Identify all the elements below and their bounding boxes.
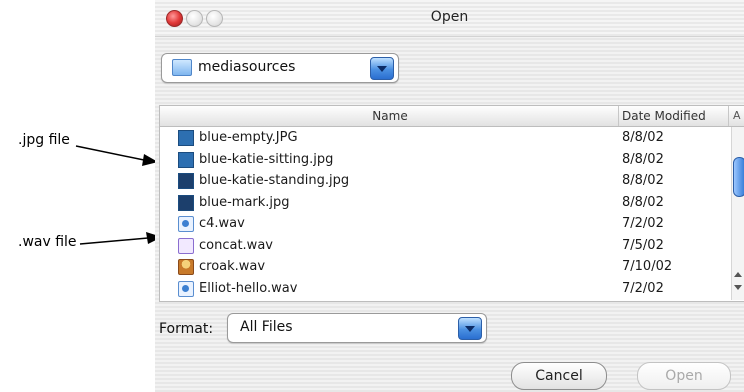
wav-file-icon <box>178 259 194 275</box>
file-date: 8/8/02 <box>622 173 664 188</box>
list-item[interactable]: concat.wav 7/5/02 <box>160 235 728 257</box>
title-bar[interactable]: Open <box>155 0 744 37</box>
file-date: 7/2/02 <box>622 216 664 231</box>
jpg-file-icon <box>178 173 194 189</box>
format-value: All Files <box>240 319 293 335</box>
file-name: Elliot-hello.wav <box>199 280 298 296</box>
location-value: mediasources <box>198 59 296 75</box>
column-divider <box>728 106 729 126</box>
list-item[interactable]: Elliot-hello.wav 7/2/02 <box>160 278 728 300</box>
file-list[interactable]: Name Date Modified A blue-empty.JPG 8/8/… <box>159 105 744 302</box>
wav-annotation-label: .wav file <box>18 234 77 250</box>
list-item[interactable]: croak.wav 7/10/02 <box>160 256 728 278</box>
chevron-down-icon[interactable] <box>370 57 394 80</box>
wav-file-icon <box>178 280 194 297</box>
scroll-down-icon[interactable] <box>734 285 742 290</box>
chevron-down-icon[interactable] <box>458 317 482 340</box>
jpg-file-icon <box>178 151 194 168</box>
file-date: 7/2/02 <box>622 280 664 296</box>
file-name: blue-empty.JPG <box>199 130 298 145</box>
column-header: Name Date Modified A <box>160 106 744 127</box>
location-popup[interactable]: mediasources <box>161 53 399 83</box>
jpg-arrow-icon <box>75 145 158 166</box>
list-item[interactable]: blue-empty.JPG 8/8/02 <box>160 127 728 149</box>
format-popup[interactable]: All Files <box>227 313 487 343</box>
file-name: croak.wav <box>199 259 266 274</box>
file-name: blue-katie-standing.jpg <box>199 173 350 188</box>
jpg-file-icon <box>178 130 194 146</box>
file-date: 8/8/02 <box>622 151 664 167</box>
name-column-header[interactable]: Name <box>160 109 620 123</box>
cancel-button[interactable]: Cancel <box>511 362 607 390</box>
file-date: 7/5/02 <box>622 237 664 253</box>
list-item[interactable]: c4.wav 7/2/02 <box>160 213 728 235</box>
wav-file-icon <box>178 216 194 232</box>
file-date: 7/10/02 <box>622 259 673 274</box>
file-date: 8/8/02 <box>622 130 664 145</box>
more-column-header[interactable]: A <box>733 109 741 122</box>
file-name: concat.wav <box>199 237 273 253</box>
folder-icon <box>172 59 192 76</box>
file-name: c4.wav <box>199 216 245 231</box>
window-title: Open <box>430 9 469 25</box>
open-dialog: Open mediasources Name Date Modified A b… <box>155 0 744 392</box>
column-divider <box>618 106 619 126</box>
wav-file-icon <box>178 237 194 254</box>
open-button[interactable]: Open <box>637 362 731 390</box>
jpg-annotation-label: .jpg file <box>18 132 70 148</box>
format-label: Format: <box>159 321 214 337</box>
list-item[interactable]: blue-mark.jpg 8/8/02 <box>160 192 728 214</box>
vertical-scrollbar[interactable] <box>731 127 744 300</box>
scroll-thumb[interactable] <box>733 157 744 197</box>
list-item[interactable]: blue-katie-standing.jpg 8/8/02 <box>160 170 728 192</box>
file-date: 8/8/02 <box>622 194 664 210</box>
list-item[interactable]: blue-katie-sitting.jpg 8/8/02 <box>160 149 728 171</box>
scroll-up-icon[interactable] <box>734 272 742 277</box>
date-column-header[interactable]: Date Modified <box>622 109 706 123</box>
file-name: blue-katie-sitting.jpg <box>199 151 334 167</box>
jpg-file-icon <box>178 194 194 211</box>
file-rows: blue-empty.JPG 8/8/02 blue-katie-sitting… <box>160 127 728 299</box>
file-name: blue-mark.jpg <box>199 194 290 210</box>
